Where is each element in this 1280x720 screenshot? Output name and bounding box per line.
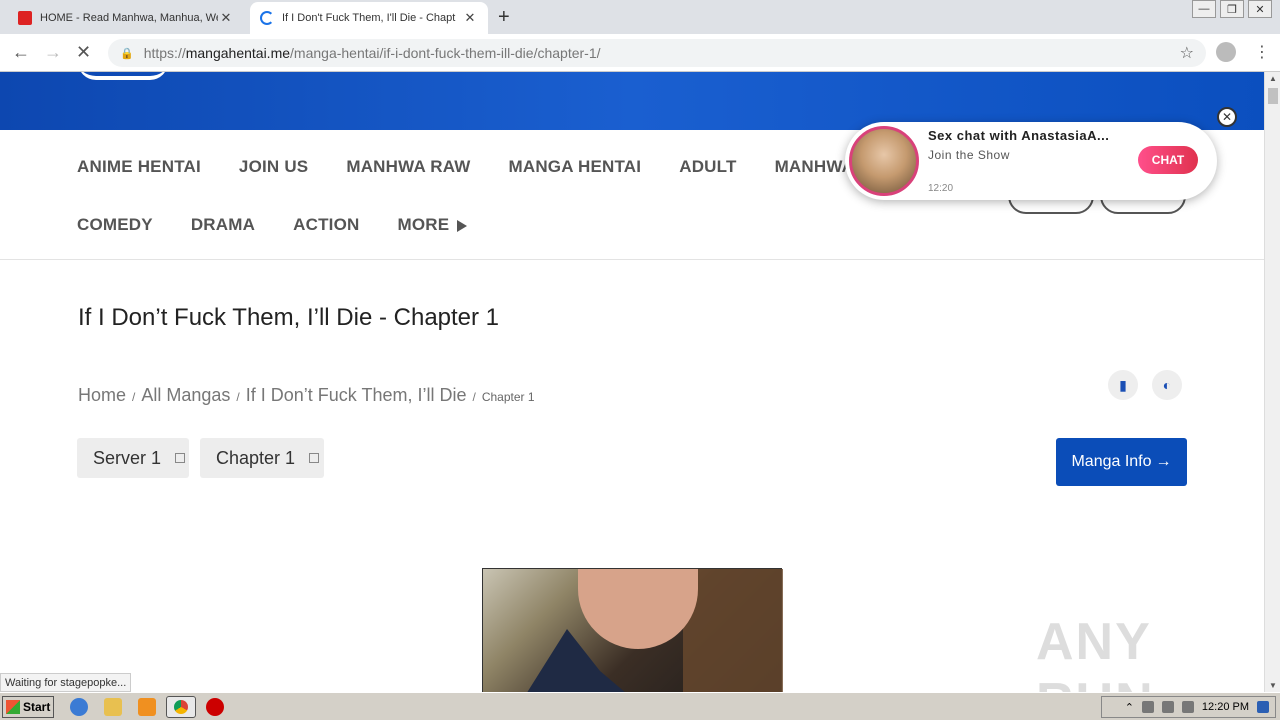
menu-item-action[interactable]: ACTION <box>293 215 359 235</box>
breadcrumb-all-mangas[interactable]: All Mangas <box>141 385 230 406</box>
contrast-toggle-icon[interactable]: ◐ <box>1152 370 1182 400</box>
chapter-image <box>482 568 783 692</box>
menu-item-join-us[interactable]: JOIN US <box>239 157 308 177</box>
tab-title: HOME - Read Manhwa, Manhua, We <box>40 12 218 24</box>
breadcrumb-separator: / <box>132 390 136 404</box>
arrow-right-icon: → <box>1155 453 1172 470</box>
chapter-select-value: Chapter 1 <box>216 447 296 468</box>
scroll-thumb[interactable] <box>1268 88 1278 104</box>
tab-title: If I Don't Fuck Them, I'll Die - Chapt <box>282 12 456 24</box>
breadcrumb-series[interactable]: If I Don’t Fuck Them, I’ll Die <box>246 385 467 406</box>
scroll-up-icon[interactable]: ▲ <box>1269 74 1277 83</box>
forward-icon[interactable]: → <box>44 42 62 63</box>
clock[interactable]: 12:20 PM <box>1202 701 1249 713</box>
lock-icon: 🔒 <box>120 47 134 60</box>
tab-home[interactable]: HOME - Read Manhwa, Manhua, We ✕ <box>8 2 244 34</box>
menu-item-manhwa-raw[interactable]: MANHWA RAW <box>346 157 470 177</box>
tab-strip: HOME - Read Manhwa, Manhua, We ✕ If I Do… <box>0 0 1280 34</box>
restore-icon[interactable]: ❐ <box>1220 0 1244 18</box>
server-select[interactable]: Server 1 <box>77 438 189 478</box>
anyrun-watermark: ANY RUN <box>1036 613 1153 692</box>
back-icon[interactable]: ← <box>12 42 30 63</box>
window-controls: — ❐ ✕ <box>1192 0 1272 18</box>
menu-row-primary: ANIME HENTAI JOIN US MANHWA RAW MANGA HE… <box>77 157 854 177</box>
manga-info-label: Manga Info <box>1071 453 1152 470</box>
dropdown-icon <box>175 453 186 463</box>
breadcrumb-current: Chapter 1 <box>481 390 535 404</box>
image-detail <box>578 569 698 649</box>
tab-close-icon[interactable]: ✕ <box>462 10 478 26</box>
bookmark-star-icon[interactable]: ☆ <box>1180 43 1194 63</box>
avatar <box>849 126 919 196</box>
minimize-icon[interactable]: — <box>1192 0 1216 18</box>
system-tray: ⌃ 12:20 PM <box>1101 696 1276 718</box>
opera-icon[interactable] <box>206 698 224 716</box>
manga-info-button[interactable]: Manga Info → <box>1056 438 1187 486</box>
menu-item-comedy[interactable]: COMEDY <box>77 215 153 235</box>
flag-icon[interactable] <box>1181 701 1194 713</box>
popup-subtitle: Join the Show <box>928 148 1010 162</box>
chrome-task-button[interactable] <box>166 696 196 718</box>
tab-close-icon[interactable]: ✕ <box>218 10 234 26</box>
menu-item-drama[interactable]: DRAMA <box>191 215 255 235</box>
url-scheme: https:// <box>143 45 186 61</box>
menu-item-adult[interactable]: ADULT <box>679 157 736 177</box>
server-select-value: Server 1 <box>93 447 162 468</box>
popup-close-icon[interactable]: ✕ <box>1217 107 1237 127</box>
breadcrumb-home[interactable]: Home <box>78 385 126 406</box>
breadcrumb-separator: / <box>472 390 476 404</box>
chat-ad-popup[interactable]: Sex chat with AnastasiaA... Join the Sho… <box>845 122 1217 200</box>
address-bar[interactable]: 🔒 https:// mangahentai.me /manga-hentai/… <box>108 39 1206 67</box>
breadcrumb: Home / All Mangas / If I Don’t Fuck Them… <box>78 385 535 406</box>
menu-more-label: MORE <box>397 215 450 234</box>
breadcrumb-separator: / <box>236 390 240 404</box>
taskbar: Start ⌃ 12:20 PM <box>0 692 1280 720</box>
start-button[interactable]: Start <box>2 696 54 718</box>
status-bar: Waiting for stagepopke... <box>0 673 132 692</box>
url-host: mangahentai.me <box>185 45 291 61</box>
vertical-scrollbar[interactable]: ▲ ▼ <box>1264 72 1280 692</box>
folder-icon[interactable] <box>104 698 122 716</box>
show-desktop-icon[interactable] <box>1257 701 1269 713</box>
ie-icon[interactable] <box>70 698 88 716</box>
network-icon[interactable] <box>1161 701 1174 713</box>
windows-logo-icon <box>6 700 20 714</box>
tab-chapter[interactable]: If I Don't Fuck Them, I'll Die - Chapt ✕ <box>250 2 488 34</box>
caret-right-icon <box>457 219 468 232</box>
volume-icon[interactable] <box>1141 701 1154 713</box>
menu-item-manga-hentai[interactable]: MANGA HENTAI <box>508 157 641 177</box>
site-logo[interactable] <box>78 72 168 80</box>
browser-toolbar: ← → ✕ 🔒 https:// mangahentai.me /manga-h… <box>0 34 1280 72</box>
stop-loading-icon[interactable]: ✕ <box>76 42 91 63</box>
dropdown-icon <box>309 453 320 463</box>
scroll-down-icon[interactable]: ▼ <box>1269 681 1277 690</box>
loading-spinner-icon <box>260 11 274 25</box>
chapter-select[interactable]: Chapter 1 <box>200 438 324 478</box>
close-window-icon[interactable]: ✕ <box>1248 0 1272 18</box>
bookmark-icon[interactable]: ▮ <box>1108 370 1138 400</box>
browser-menu-icon[interactable]: ⋮ <box>1254 42 1270 62</box>
chrome-icon <box>174 700 188 714</box>
image-detail <box>683 569 783 692</box>
media-player-icon[interactable] <box>138 698 156 716</box>
menu-item-anime-hentai[interactable]: ANIME HENTAI <box>77 157 201 177</box>
start-label: Start <box>23 700 51 714</box>
menu-row-secondary: COMEDY DRAMA ACTION MORE <box>77 215 468 235</box>
popup-title: Sex chat with AnastasiaA... <box>928 128 1110 143</box>
menu-item-more[interactable]: MORE <box>397 215 468 235</box>
url-path: /manga-hentai/if-i-dont-fuck-them-ill-di… <box>290 45 601 61</box>
site-favicon-icon <box>18 11 32 25</box>
page-title: If I Don’t Fuck Them, I’ll Die - Chapter… <box>78 304 500 331</box>
popup-time: 12:20 <box>928 183 954 194</box>
chat-button[interactable]: CHAT <box>1138 146 1198 174</box>
profile-avatar-icon[interactable] <box>1216 42 1236 62</box>
menu-item-manhwa[interactable]: MANHWA <box>775 157 855 177</box>
new-tab-icon[interactable]: + <box>498 6 510 29</box>
tray-expand-icon[interactable]: ⌃ <box>1125 701 1134 714</box>
